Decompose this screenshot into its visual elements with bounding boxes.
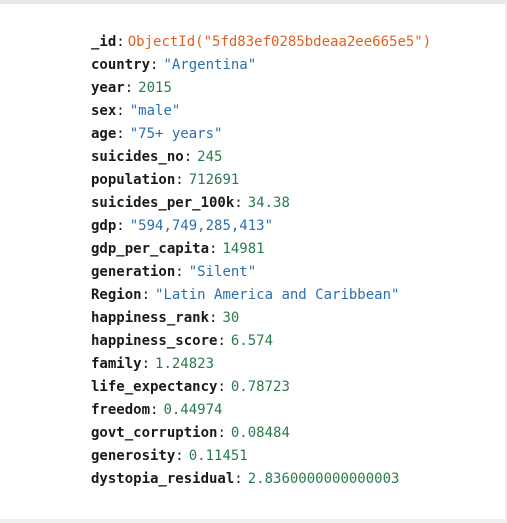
field-key: govt_corruption xyxy=(91,425,218,441)
field-key: gdp_per_capita xyxy=(91,241,210,257)
top-divider xyxy=(0,0,507,4)
field-key: happiness_score xyxy=(91,333,218,349)
field-separator: : xyxy=(183,149,193,165)
bottom-divider xyxy=(0,519,507,523)
field-key: population xyxy=(91,172,176,188)
field-value[interactable]: "594,749,285,413" xyxy=(130,218,273,234)
field-value[interactable]: "Silent" xyxy=(189,264,256,280)
field-row-happiness-rank[interactable]: happiness_rank: 30 xyxy=(91,307,496,330)
field-key: suicides_per_100k xyxy=(91,195,235,211)
field-value[interactable]: "Argentina" xyxy=(163,57,256,73)
field-value[interactable]: 14981 xyxy=(222,241,264,257)
field-row-life-expectancy[interactable]: life_expectancy: 0.78723 xyxy=(91,376,496,399)
field-value[interactable]: 0.44974 xyxy=(163,402,222,418)
field-row-country[interactable]: country: "Argentina" xyxy=(91,54,496,77)
field-value[interactable]: "male" xyxy=(130,103,181,119)
field-separator: : xyxy=(234,471,243,487)
field-key: freedom xyxy=(91,402,151,418)
field-separator: : xyxy=(116,34,125,50)
field-row-age[interactable]: age: "75+ years" xyxy=(91,123,496,146)
field-row-family[interactable]: family: 1.24823 xyxy=(91,353,496,376)
field-row-suicides-no[interactable]: suicides_no: 245 xyxy=(91,146,496,169)
field-key: year xyxy=(91,80,125,96)
field-row-happiness-score[interactable]: happiness_score: 6.574 xyxy=(91,330,496,353)
field-separator: : xyxy=(209,241,218,257)
field-separator: : xyxy=(175,448,184,464)
field-separator: : xyxy=(141,356,151,372)
field-key: age xyxy=(91,126,117,142)
field-key: country xyxy=(91,57,151,73)
field-separator: : xyxy=(209,310,218,326)
field-row-year[interactable]: year: 2015 xyxy=(91,77,496,100)
field-value[interactable]: "75+ years" xyxy=(130,126,223,142)
field-row-dystopia-residual[interactable]: dystopia_residual: 2.8360000000000003 xyxy=(91,468,496,491)
field-row-gdp[interactable]: gdp: "594,749,285,413" xyxy=(91,215,496,238)
field-value[interactable]: 0.11451 xyxy=(189,448,248,464)
field-separator: : xyxy=(217,379,226,395)
field-key: suicides_no xyxy=(91,149,184,165)
field-separator: : xyxy=(175,172,184,188)
field-key: family xyxy=(91,356,142,372)
field-separator: : xyxy=(116,218,125,234)
field-separator: : xyxy=(124,80,134,96)
field-key: generation xyxy=(91,264,176,280)
field-key: life_expectancy xyxy=(91,379,218,395)
document-viewer: _id: ObjectId("5fd83ef0285bdeaa2ee665e5")… xyxy=(0,0,507,523)
field-row-population[interactable]: population: 712691 xyxy=(91,169,496,192)
field-key: sex xyxy=(91,103,117,119)
field-separator: : xyxy=(217,425,226,441)
field-value[interactable]: 2015 xyxy=(138,80,172,96)
document-fields: _id: ObjectId("5fd83ef0285bdeaa2ee665e5")… xyxy=(91,31,496,491)
field-separator: : xyxy=(175,264,184,280)
field-separator: : xyxy=(150,402,159,418)
field-key: _id xyxy=(91,34,117,50)
field-key: happiness_rank xyxy=(91,310,210,326)
field-row--id[interactable]: _id: ObjectId("5fd83ef0285bdeaa2ee665e5") xyxy=(91,31,496,54)
field-row-region[interactable]: Region: "Latin America and Caribbean" xyxy=(91,284,496,307)
field-key: dystopia_residual xyxy=(91,471,235,487)
field-value[interactable]: 2.8360000000000003 xyxy=(248,471,400,487)
field-row-freedom[interactable]: freedom: 0.44974 xyxy=(91,399,496,422)
field-value[interactable]: 1.24823 xyxy=(155,356,214,372)
field-value[interactable]: "Latin America and Caribbean" xyxy=(155,287,399,303)
field-separator: : xyxy=(234,195,243,211)
field-value[interactable]: 245 xyxy=(197,149,222,165)
field-row-sex[interactable]: sex: "male" xyxy=(91,100,496,123)
field-separator: : xyxy=(217,333,226,349)
field-value[interactable]: 0.78723 xyxy=(231,379,290,395)
field-separator: : xyxy=(141,287,151,303)
field-value[interactable]: 0.08484 xyxy=(231,425,290,441)
field-separator: : xyxy=(116,103,125,119)
field-value[interactable]: 712691 xyxy=(189,172,240,188)
field-row-govt-corruption[interactable]: govt_corruption: 0.08484 xyxy=(91,422,496,445)
field-value[interactable]: 34.38 xyxy=(248,195,290,211)
field-key: gdp xyxy=(91,218,117,234)
field-key: Region xyxy=(91,287,142,303)
field-row-generosity[interactable]: generosity: 0.11451 xyxy=(91,445,496,468)
field-row-gdp-per-capita[interactable]: gdp_per_capita: 14981 xyxy=(91,238,496,261)
field-separator: : xyxy=(150,57,159,73)
field-row-suicides-per-100k[interactable]: suicides_per_100k: 34.38 xyxy=(91,192,496,215)
field-row-generation[interactable]: generation: "Silent" xyxy=(91,261,496,284)
field-key: generosity xyxy=(91,448,176,464)
field-value[interactable]: ObjectId("5fd83ef0285bdeaa2ee665e5") xyxy=(128,34,431,50)
field-separator: : xyxy=(116,126,125,142)
field-value[interactable]: 30 xyxy=(222,310,239,326)
field-value[interactable]: 6.574 xyxy=(231,333,273,349)
